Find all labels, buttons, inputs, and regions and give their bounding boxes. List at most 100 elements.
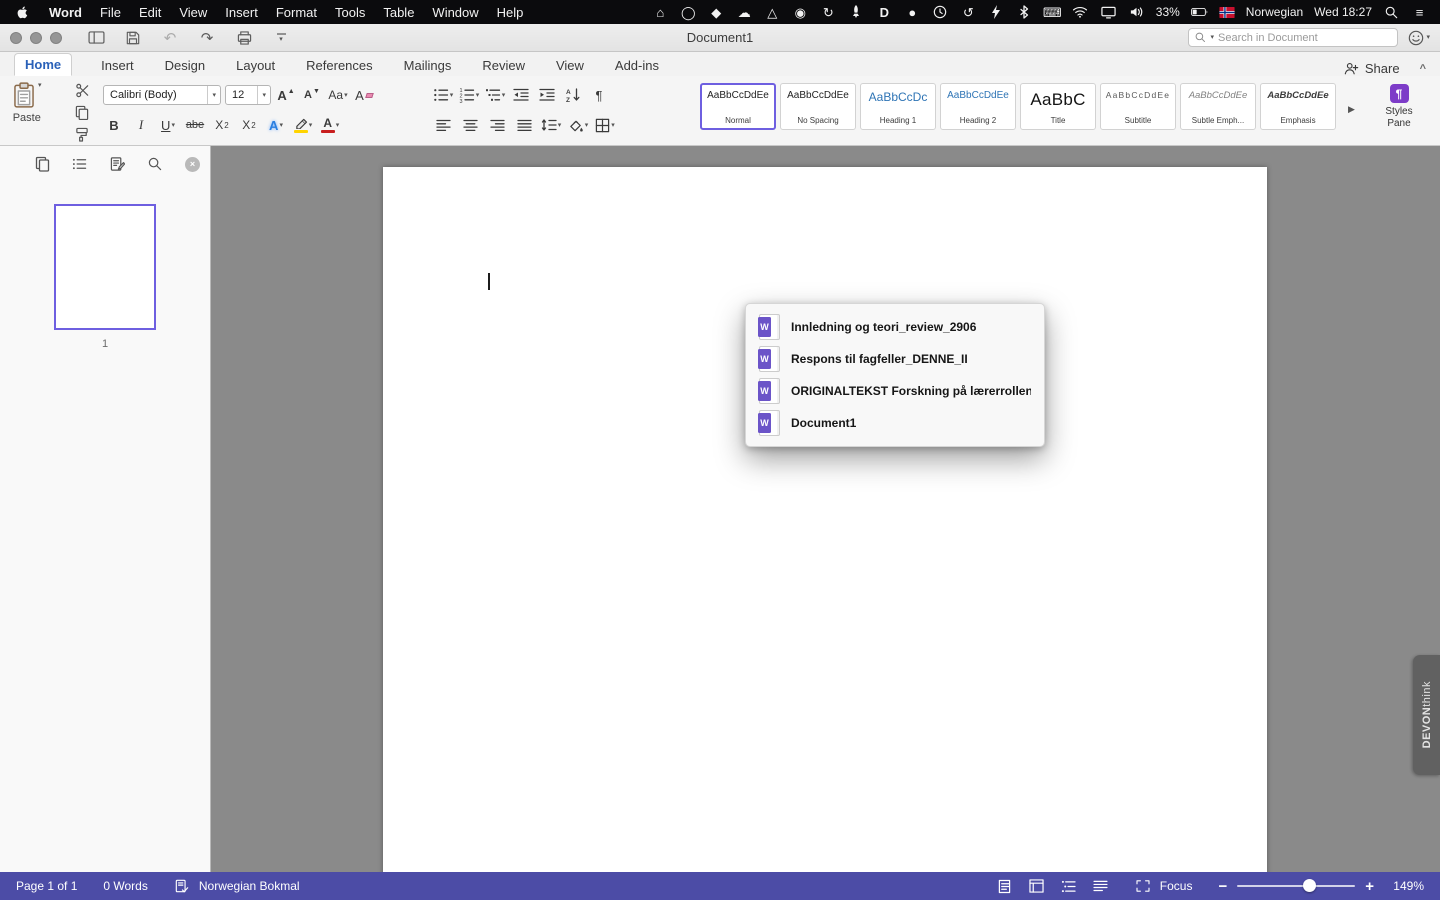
style-subtle-emphasis[interactable]: AaBbCcDdEe Subtle Emph... bbox=[1180, 83, 1256, 130]
increase-indent-button[interactable] bbox=[536, 84, 558, 106]
print-layout-button[interactable] bbox=[996, 878, 1013, 894]
align-center-button[interactable] bbox=[459, 114, 481, 136]
style-emphasis[interactable]: AaBbCcDdEe Emphasis bbox=[1260, 83, 1336, 130]
tab-review[interactable]: Review bbox=[480, 55, 527, 76]
decrease-indent-button[interactable] bbox=[510, 84, 532, 106]
line-spacing-button[interactable]: ▾ bbox=[540, 114, 562, 136]
shading-dropdown[interactable]: ▾ bbox=[585, 122, 589, 129]
align-right-button[interactable] bbox=[486, 114, 508, 136]
input-source-label[interactable]: Norwegian bbox=[1246, 5, 1303, 19]
zoom-slider[interactable] bbox=[1237, 879, 1356, 893]
tab-references[interactable]: References bbox=[304, 55, 374, 76]
wifi-icon[interactable] bbox=[1072, 4, 1089, 20]
info-icon[interactable]: ◉ bbox=[792, 4, 809, 20]
font-color-dropdown[interactable]: ▾ bbox=[336, 122, 340, 129]
show-paragraph-marks-button[interactable]: ¶ bbox=[588, 84, 610, 106]
toolbar-options-icon[interactable]: ▾ bbox=[271, 29, 291, 47]
document-map-button[interactable] bbox=[72, 156, 88, 172]
web-layout-button[interactable] bbox=[1028, 878, 1045, 894]
view-switcher-icon[interactable] bbox=[86, 29, 106, 47]
cut-button[interactable] bbox=[74, 82, 90, 98]
collapse-ribbon-button[interactable]: ^ bbox=[1420, 63, 1426, 75]
tab-home[interactable]: Home bbox=[14, 53, 73, 76]
paste-button[interactable]: ▾ Paste bbox=[12, 82, 42, 124]
styles-pane-button[interactable]: ¶ Styles Pane bbox=[1366, 84, 1432, 129]
outline-view-button[interactable] bbox=[1060, 878, 1077, 894]
close-window-button[interactable] bbox=[10, 31, 22, 44]
sync-icon[interactable]: ↻ bbox=[820, 4, 837, 20]
input-source-flag-icon[interactable] bbox=[1219, 6, 1235, 18]
style-heading-1[interactable]: AaBbCcDc Heading 1 bbox=[860, 83, 936, 130]
menu-bar-clock[interactable]: Wed 18:27 bbox=[1314, 5, 1372, 19]
menu-table[interactable]: Table bbox=[383, 5, 414, 20]
grow-font-button[interactable]: A ▲ bbox=[275, 84, 297, 106]
bolt-icon[interactable] bbox=[988, 4, 1005, 20]
menu-window[interactable]: Window bbox=[432, 5, 478, 20]
highlight-dropdown[interactable]: ▾ bbox=[309, 122, 313, 129]
draft-view-button[interactable] bbox=[1092, 878, 1109, 894]
menu-file[interactable]: File bbox=[100, 5, 121, 20]
tab-design[interactable]: Design bbox=[163, 55, 207, 76]
justify-button[interactable] bbox=[513, 114, 535, 136]
page-count-status[interactable]: Page 1 of 1 bbox=[16, 879, 77, 893]
menu-format[interactable]: Format bbox=[276, 5, 317, 20]
zoom-slider-knob[interactable] bbox=[1303, 879, 1317, 892]
search-scope-chevron[interactable]: ▾ bbox=[1210, 34, 1214, 41]
numbering-button[interactable]: 123 ▾ bbox=[458, 84, 480, 106]
focus-button[interactable]: Focus bbox=[1135, 878, 1192, 894]
tab-add-ins[interactable]: Add-ins bbox=[613, 55, 661, 76]
numbering-dropdown[interactable]: ▾ bbox=[476, 92, 480, 99]
redo-button[interactable]: ↷ bbox=[197, 29, 217, 47]
shrink-font-button[interactable]: A ▼ bbox=[301, 84, 323, 106]
align-left-button[interactable] bbox=[432, 114, 454, 136]
zoom-window-button[interactable] bbox=[50, 31, 62, 44]
save-button[interactable] bbox=[123, 29, 143, 47]
strikethrough-button[interactable]: abe bbox=[184, 114, 206, 136]
review-pane-button[interactable] bbox=[110, 156, 126, 172]
switcher-item[interactable]: W Document1 bbox=[746, 407, 1044, 439]
bullets-button[interactable]: ▾ bbox=[432, 84, 454, 106]
word-count-status[interactable]: 0 Words bbox=[103, 879, 147, 893]
multilevel-list-button[interactable]: ▾ bbox=[484, 84, 506, 106]
clock-icon[interactable] bbox=[932, 4, 949, 20]
oval-app-icon[interactable]: ◯ bbox=[680, 4, 697, 20]
styles-gallery-more-button[interactable]: ▶ bbox=[1348, 104, 1355, 115]
underline-button[interactable]: U ▾ bbox=[157, 114, 179, 136]
home-icon[interactable]: ⌂ bbox=[652, 4, 669, 20]
devonthink-menu-icon[interactable]: D bbox=[876, 4, 893, 20]
italic-button[interactable]: I bbox=[130, 114, 152, 136]
search-input[interactable] bbox=[1218, 31, 1392, 44]
time-machine-icon[interactable]: ↺ bbox=[960, 4, 977, 20]
cloud-icon[interactable]: ☁ bbox=[736, 4, 753, 20]
subscript-button[interactable]: X2 bbox=[211, 114, 233, 136]
switcher-item[interactable]: W ORIGINALTEKST Forskning på lærerrollen… bbox=[746, 375, 1044, 407]
document-search-field[interactable]: ▾ bbox=[1188, 28, 1399, 47]
language-status[interactable]: Norwegian Bokmal bbox=[174, 878, 300, 894]
display-icon[interactable] bbox=[1100, 4, 1117, 20]
font-size-select[interactable]: 12 ▾ bbox=[225, 85, 271, 105]
find-button[interactable] bbox=[147, 156, 163, 172]
style-subtitle[interactable]: AaBbCcDdEe Subtitle bbox=[1100, 83, 1176, 130]
switcher-item[interactable]: W Respons til fagfeller_DENNE_II bbox=[746, 343, 1044, 375]
minimize-window-button[interactable] bbox=[30, 31, 42, 44]
notification-center-icon[interactable]: ≡ bbox=[1411, 4, 1428, 20]
tab-view[interactable]: View bbox=[554, 55, 586, 76]
borders-dropdown[interactable]: ▾ bbox=[611, 122, 615, 129]
document-page[interactable] bbox=[383, 167, 1267, 872]
style-no-spacing[interactable]: AaBbCcDdEe No Spacing bbox=[780, 83, 856, 130]
thumbnails-pane-button[interactable] bbox=[34, 156, 50, 172]
tab-insert[interactable]: Insert bbox=[99, 55, 136, 76]
share-button[interactable]: Share ^ bbox=[1344, 61, 1426, 76]
font-name-select[interactable]: Calibri (Body) ▾ bbox=[103, 85, 221, 105]
zoom-out-button[interactable]: − bbox=[1218, 879, 1227, 894]
tab-layout[interactable]: Layout bbox=[234, 55, 277, 76]
zoom-in-button[interactable]: + bbox=[1365, 879, 1374, 894]
style-heading-2[interactable]: AaBbCcDdEe Heading 2 bbox=[940, 83, 1016, 130]
paw-icon[interactable]: ● bbox=[904, 4, 921, 20]
volume-icon[interactable] bbox=[1128, 4, 1145, 20]
font-size-dropdown[interactable]: ▾ bbox=[262, 92, 266, 99]
switcher-item[interactable]: W Innledning og teori_review_2906 bbox=[746, 311, 1044, 343]
line-spacing-dropdown[interactable]: ▾ bbox=[558, 122, 562, 129]
warning-icon[interactable]: △ bbox=[764, 4, 781, 20]
menu-help[interactable]: Help bbox=[497, 5, 524, 20]
